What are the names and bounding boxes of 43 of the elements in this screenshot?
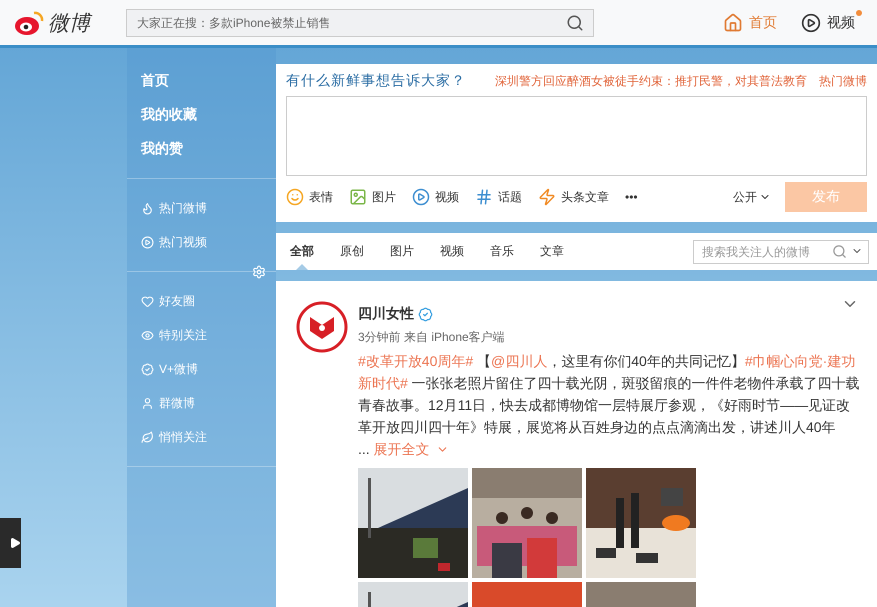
composer-tool[interactable]: 表情 bbox=[286, 188, 333, 206]
image-icon bbox=[349, 188, 367, 206]
home-icon bbox=[723, 12, 743, 32]
search-icon[interactable] bbox=[832, 244, 847, 258]
feed-tab[interactable]: 原创 bbox=[340, 233, 364, 270]
play-icon bbox=[141, 236, 154, 248]
composer-prompt: 有什么新鲜事想告诉大家？ bbox=[286, 72, 466, 90]
logo-text: 微博 bbox=[48, 8, 90, 36]
feed-search-field[interactable]: 搜索我关注人的微博 bbox=[693, 240, 869, 264]
composer-tool[interactable]: ••• bbox=[625, 190, 638, 204]
author-name[interactable]: 四川女性 bbox=[358, 305, 414, 323]
post-input[interactable] bbox=[286, 96, 867, 176]
feed-tab[interactable]: 音乐 bbox=[490, 233, 514, 270]
smile-icon bbox=[286, 188, 304, 206]
post-meta: 3分钟前 来自 iPhone客户端 bbox=[358, 329, 506, 346]
feed-tab[interactable]: 视频 bbox=[440, 233, 464, 270]
eye-icon bbox=[141, 328, 154, 342]
composer-tool[interactable]: 图片 bbox=[349, 188, 396, 206]
feed-tab[interactable]: 文章 bbox=[540, 233, 564, 270]
flame-icon bbox=[141, 202, 154, 214]
ellipsis: ... bbox=[358, 440, 370, 459]
feed-tab[interactable]: 全部 bbox=[290, 233, 314, 270]
avatar-icon[interactable] bbox=[296, 301, 348, 353]
post-text: #改革开放40周年# 【@四川人，这里有你们40年的共同记忆】#巾帼心向党·建功新时代# 一张张老照片留住了四十载光阴，斑驳留痕的一件件老物件承载了四十载青春故事。12月11日，快去成都博物馆一层特展厅参观，《好雨时节——见证改革开放四川四十年》特展，展览将从百姓身边的点点滴滴出发，讲述川人40年 bbox=[358, 352, 861, 437]
user-icon bbox=[141, 396, 154, 410]
hash-icon bbox=[475, 188, 493, 206]
eye-logo-icon bbox=[14, 10, 44, 36]
heart-icon bbox=[141, 294, 154, 308]
composer-tool[interactable]: 视频 bbox=[412, 188, 459, 206]
lightning-icon bbox=[538, 188, 556, 206]
badge-icon bbox=[141, 362, 154, 376]
play-icon bbox=[801, 12, 821, 32]
composer-tool[interactable]: 头条文章 bbox=[538, 188, 609, 206]
play-button[interactable] bbox=[0, 518, 21, 568]
composer-tool[interactable]: 话题 bbox=[475, 188, 522, 206]
leaf-icon bbox=[141, 430, 154, 444]
search-field[interactable]: 大家正在搜：多款iPhone被禁止销售 bbox=[126, 8, 594, 36]
nav-link[interactable]: 视频 bbox=[801, 12, 855, 32]
play-icon bbox=[412, 188, 430, 206]
play-icon bbox=[9, 537, 21, 549]
visibility-dropdown[interactable]: 公开 bbox=[733, 188, 771, 206]
search-icon[interactable] bbox=[566, 14, 584, 32]
feed-tab[interactable]: 图片 bbox=[390, 233, 414, 270]
